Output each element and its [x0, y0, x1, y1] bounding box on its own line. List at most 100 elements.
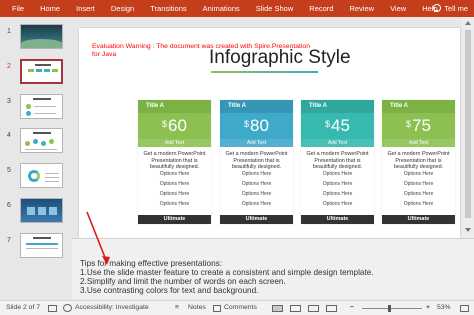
zoom-slider[interactable] — [362, 308, 422, 309]
card-currency: $ — [244, 118, 250, 129]
card-option: Options Here — [241, 171, 272, 177]
thumbnail-image — [20, 128, 63, 153]
card-price-block: $75 — [382, 113, 455, 139]
slide-thumbnails-pane: 1 2 3 4 5 6 7 — [0, 17, 72, 300]
thumbnail-slide-1[interactable]: 1 — [0, 24, 72, 54]
notes-line: Tips for making effective presentations: — [80, 259, 222, 268]
vertical-scrollbar[interactable] — [462, 17, 474, 260]
scroll-down-icon[interactable] — [465, 228, 471, 232]
card-price-block: $80 — [220, 113, 293, 139]
card-option: Options Here — [241, 191, 272, 197]
card-option: Options Here — [403, 191, 434, 197]
card-subtitle: Add Text — [301, 139, 374, 147]
slide-editor: Evaluation Warning : The document was cr… — [72, 17, 462, 242]
card-subtitle: Add Text — [382, 139, 455, 147]
accessibility-status[interactable]: Accessibility: Investigate — [75, 304, 149, 311]
card-description: Get a modern PowerPoint Presentation tha… — [387, 151, 450, 170]
card-description: Get a modern PowerPoint Presentation tha… — [306, 151, 369, 170]
tab-design[interactable]: Design — [103, 0, 142, 17]
pricing-card[interactable]: Title A $45 Add Text Get a modern PowerPoin… — [301, 100, 374, 224]
tab-transitions[interactable]: Transitions — [142, 0, 194, 17]
spelling-check-icon[interactable] — [48, 305, 57, 312]
thumbnail-slide-3[interactable]: 3 — [0, 94, 72, 124]
card-title: Title A — [138, 100, 211, 113]
ribbon-tab-bar: File Home Insert Design Transitions Anim… — [0, 0, 474, 17]
notes-toggle[interactable]: Notes — [188, 304, 206, 311]
tab-record[interactable]: Record — [301, 0, 341, 17]
card-button[interactable]: Ultimate — [138, 215, 211, 224]
card-option: Options Here — [241, 201, 272, 207]
slide-sorter-icon[interactable] — [290, 305, 301, 312]
tab-slide-show[interactable]: Slide Show — [248, 0, 302, 17]
card-option: Options Here — [322, 201, 353, 207]
card-description: Get a modern PowerPoint Presentation tha… — [225, 151, 288, 170]
title-underline — [211, 71, 318, 73]
tab-view[interactable]: View — [382, 0, 414, 17]
pricing-card[interactable]: Title A $60 Add Text Get a modern PowerPoin… — [138, 100, 211, 224]
card-description: Get a modern PowerPoint Presentation tha… — [143, 151, 206, 170]
tab-review[interactable]: Review — [341, 0, 382, 17]
slide-title[interactable]: Infographic Style — [209, 47, 351, 69]
notes-line: 1.Use the slide master feature to create… — [80, 268, 374, 277]
zoom-slider-knob[interactable] — [388, 305, 391, 312]
zoom-level[interactable]: 53% — [437, 304, 451, 311]
notes-line: 3.Use contrasting colors for text and ba… — [80, 286, 259, 295]
fit-to-window-icon[interactable] — [460, 305, 469, 312]
thumbnail-slide-7[interactable]: 7 — [0, 233, 72, 263]
thumbnail-number: 7 — [7, 237, 11, 244]
tell-me-label: Tell me — [444, 4, 468, 13]
thumbnail-number: 4 — [7, 132, 11, 139]
card-button[interactable]: Ultimate — [220, 215, 293, 224]
card-price: 45 — [331, 116, 350, 135]
card-option: Options Here — [403, 181, 434, 187]
card-title: Title A — [301, 100, 374, 113]
thumbnail-slide-2[interactable]: 2 — [0, 59, 72, 89]
thumbnail-number: 3 — [7, 98, 11, 105]
thumbnail-slide-5[interactable]: 5 — [0, 163, 72, 193]
tab-home[interactable]: Home — [32, 0, 68, 17]
notes-pane[interactable]: Tips for making effective presentations:… — [72, 238, 474, 299]
card-option: Options Here — [159, 201, 190, 207]
card-button[interactable]: Ultimate — [301, 215, 374, 224]
pricing-card[interactable]: Title A $80 Add Text Get a modern PowerPoin… — [220, 100, 293, 224]
slide-counter: Slide 2 of 7 — [6, 304, 41, 311]
card-subtitle: Add Text — [220, 139, 293, 147]
card-currency: $ — [406, 118, 412, 129]
zoom-in-icon[interactable]: + — [426, 304, 430, 311]
card-subtitle: Add Text — [138, 139, 211, 147]
thumbnail-image — [20, 233, 63, 258]
slideshow-view-icon[interactable] — [326, 305, 337, 312]
card-title: Title A — [220, 100, 293, 113]
lightbulb-icon — [432, 4, 442, 13]
tab-insert[interactable]: Insert — [68, 0, 103, 17]
normal-view-icon[interactable] — [272, 305, 283, 312]
thumbnail-number: 2 — [7, 63, 11, 70]
tab-file[interactable]: File — [0, 0, 32, 17]
card-button[interactable]: Ultimate — [382, 215, 455, 224]
card-price: 60 — [168, 116, 187, 135]
comments-icon — [213, 305, 221, 312]
pricing-card[interactable]: Title A $75 Add Text Get a modern PowerPoin… — [382, 100, 455, 224]
card-title: Title A — [382, 100, 455, 113]
thumbnail-number: 1 — [7, 28, 11, 35]
reading-view-icon[interactable] — [308, 305, 319, 312]
card-price: 75 — [412, 116, 431, 135]
scroll-up-icon[interactable] — [465, 21, 471, 25]
thumbnail-slide-4[interactable]: 4 — [0, 128, 72, 158]
card-option: Options Here — [241, 181, 272, 187]
tell-me-box[interactable]: Tell me — [432, 0, 468, 17]
card-option: Options Here — [159, 181, 190, 187]
thumbnail-number: 6 — [7, 202, 11, 209]
scrollbar-thumb[interactable] — [465, 30, 471, 218]
comments-toggle[interactable]: Comments — [224, 304, 257, 311]
slide-canvas[interactable]: Evaluation Warning : The document was cr… — [79, 28, 460, 242]
card-currency: $ — [162, 118, 168, 129]
card-option: Options Here — [322, 191, 353, 197]
thumbnail-image — [20, 24, 63, 49]
tab-animations[interactable]: Animations — [195, 0, 248, 17]
thumbnail-slide-6[interactable]: 6 — [0, 198, 72, 228]
card-option: Options Here — [322, 171, 353, 177]
card-price-block: $45 — [301, 113, 374, 139]
zoom-out-icon[interactable]: − — [350, 304, 354, 311]
card-option: Options Here — [159, 171, 190, 177]
